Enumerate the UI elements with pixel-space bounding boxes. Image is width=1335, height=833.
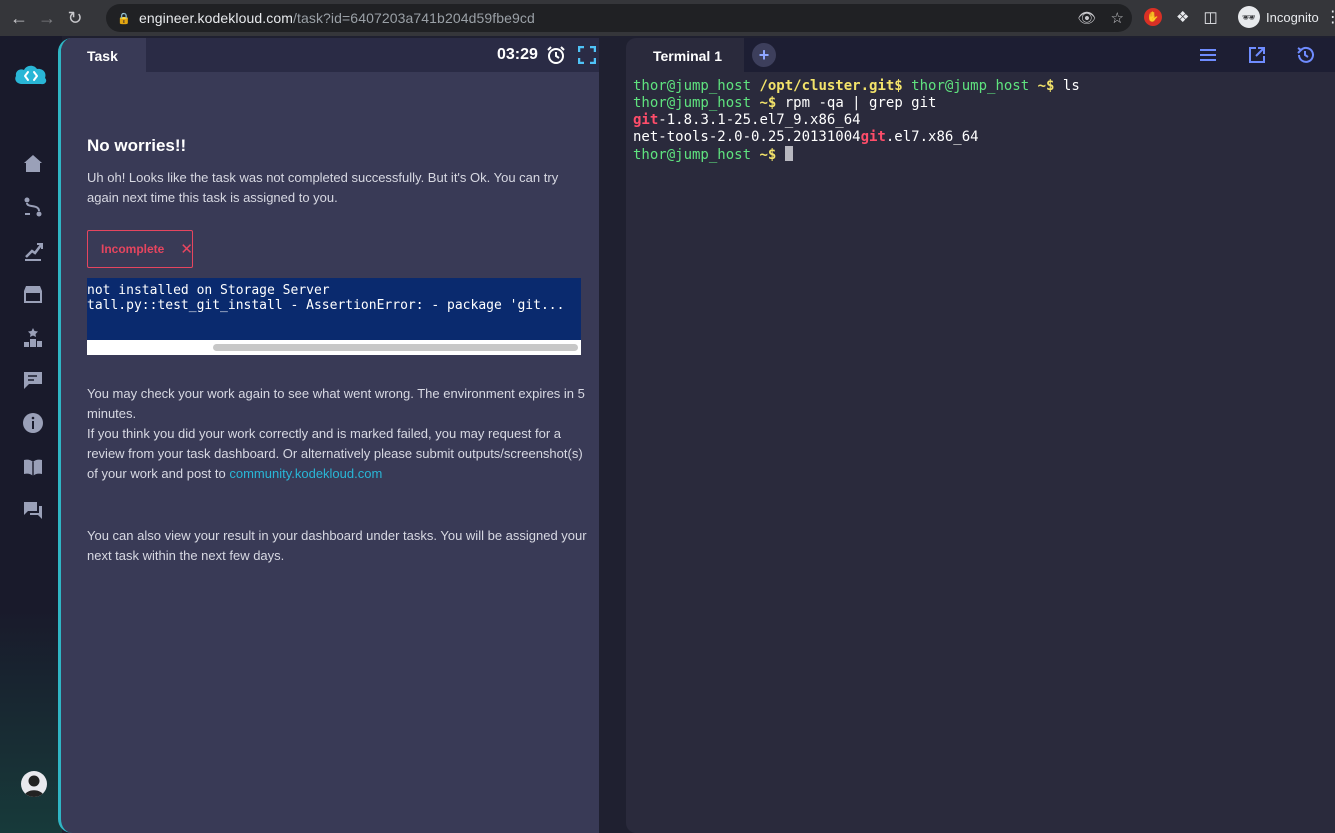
terminal-line: thor@jump_host ~$ bbox=[633, 146, 1080, 164]
leaderboard-icon[interactable] bbox=[20, 324, 46, 350]
home-icon[interactable] bbox=[20, 150, 46, 176]
horizontal-scrollbar[interactable] bbox=[87, 340, 581, 355]
route-icon[interactable] bbox=[20, 194, 46, 220]
error-line: tall.py::test_git_install - AssertionErr… bbox=[87, 298, 565, 313]
result-intro: Uh oh! Looks like the task was not compl… bbox=[87, 170, 559, 205]
error-output-box[interactable]: not installed on Storage Server tall.py:… bbox=[87, 278, 581, 355]
lock-icon: 🔒 bbox=[117, 12, 131, 25]
eye-icon[interactable]: 👁 bbox=[1078, 9, 1097, 27]
store-icon[interactable] bbox=[20, 281, 46, 307]
side-panel-icon[interactable]: ◫ bbox=[1203, 8, 1217, 26]
fullscreen-icon[interactable] bbox=[578, 46, 596, 64]
task-panel: Task 03:29 No worries!! Uh oh! Looks lik… bbox=[58, 38, 599, 833]
task-header: Task 03:29 bbox=[61, 38, 599, 72]
address-bar[interactable]: 🔒 engineer.kodekloud.com/task?id=6407203… bbox=[106, 4, 1132, 32]
status-badge: Incomplete ✕ bbox=[87, 230, 193, 268]
terminal-header: Terminal 1 + bbox=[626, 38, 1335, 72]
browser-toolbar: ← → ↻ 🔒 engineer.kodekloud.com/task?id=6… bbox=[0, 0, 1335, 36]
sidebar bbox=[0, 36, 62, 833]
check-again-text: You may check your work again to see wha… bbox=[87, 386, 585, 481]
terminal-cursor bbox=[784, 146, 793, 161]
chat-icon[interactable] bbox=[20, 497, 46, 523]
url-text: engineer.kodekloud.com/task?id=6407203a7… bbox=[139, 10, 535, 26]
result-heading: No worries!! bbox=[87, 136, 187, 155]
extension-hand-icon[interactable]: ✋ bbox=[1144, 8, 1162, 26]
info-icon[interactable] bbox=[20, 410, 46, 436]
error-line: not installed on Storage Server bbox=[87, 283, 330, 298]
reload-icon[interactable]: ↻ bbox=[61, 4, 89, 32]
status-badge-label: Incomplete bbox=[101, 242, 165, 256]
countdown-timer: 03:29 bbox=[497, 46, 538, 63]
growth-icon[interactable] bbox=[20, 238, 46, 264]
history-icon[interactable] bbox=[1295, 45, 1315, 65]
add-terminal-button[interactable]: + bbox=[752, 43, 776, 67]
star-icon[interactable]: ☆ bbox=[1111, 9, 1124, 27]
close-icon: ✕ bbox=[180, 241, 193, 258]
task-result-body: No worries!! Uh oh! Looks like the task … bbox=[87, 136, 587, 563]
tab-terminal-1[interactable]: Terminal 1 bbox=[626, 38, 744, 72]
user-avatar[interactable] bbox=[21, 771, 47, 797]
incognito-profile[interactable]: 🕶 Incognito ⋮ bbox=[1238, 6, 1335, 28]
alarm-clock-icon bbox=[547, 46, 565, 64]
terminal-line: git-1.8.3.1-25.el7_9.x86_64 bbox=[633, 112, 861, 128]
terminal-line: thor@jump_host /opt/cluster.git$ thor@ju… bbox=[633, 78, 1080, 94]
community-link[interactable]: community.kodekloud.com bbox=[229, 466, 382, 481]
feedback-icon[interactable] bbox=[20, 367, 46, 393]
app-root: Task 03:29 No worries!! Uh oh! Looks lik… bbox=[0, 36, 1335, 833]
more-menu-icon[interactable]: ⋮ bbox=[1325, 7, 1335, 27]
kodekloud-logo-icon[interactable] bbox=[13, 62, 49, 88]
terminal-line: thor@jump_host ~$ rpm -qa | grep git bbox=[633, 95, 937, 111]
terminal-panel: Terminal 1 + thor@jump_host /opt/cluster… bbox=[626, 38, 1335, 833]
menu-icon[interactable] bbox=[1198, 45, 1218, 65]
book-icon[interactable] bbox=[20, 454, 46, 480]
terminal-line: net-tools-2.0-0.25.20131004git.el7.x86_6… bbox=[633, 129, 979, 145]
scrollbar-thumb[interactable] bbox=[213, 344, 578, 351]
forward-arrow-icon[interactable]: → bbox=[33, 4, 61, 32]
terminal-output[interactable]: thor@jump_host /opt/cluster.git$ thor@ju… bbox=[633, 78, 1080, 164]
incognito-icon: 🕶 bbox=[1238, 6, 1260, 28]
open-external-icon[interactable] bbox=[1247, 45, 1267, 65]
tab-task[interactable]: Task bbox=[61, 38, 146, 72]
back-arrow-icon[interactable]: ← bbox=[5, 4, 33, 32]
dashboard-note: You can also view your result in your da… bbox=[87, 528, 587, 563]
puzzle-icon[interactable]: ❖ bbox=[1176, 8, 1189, 26]
